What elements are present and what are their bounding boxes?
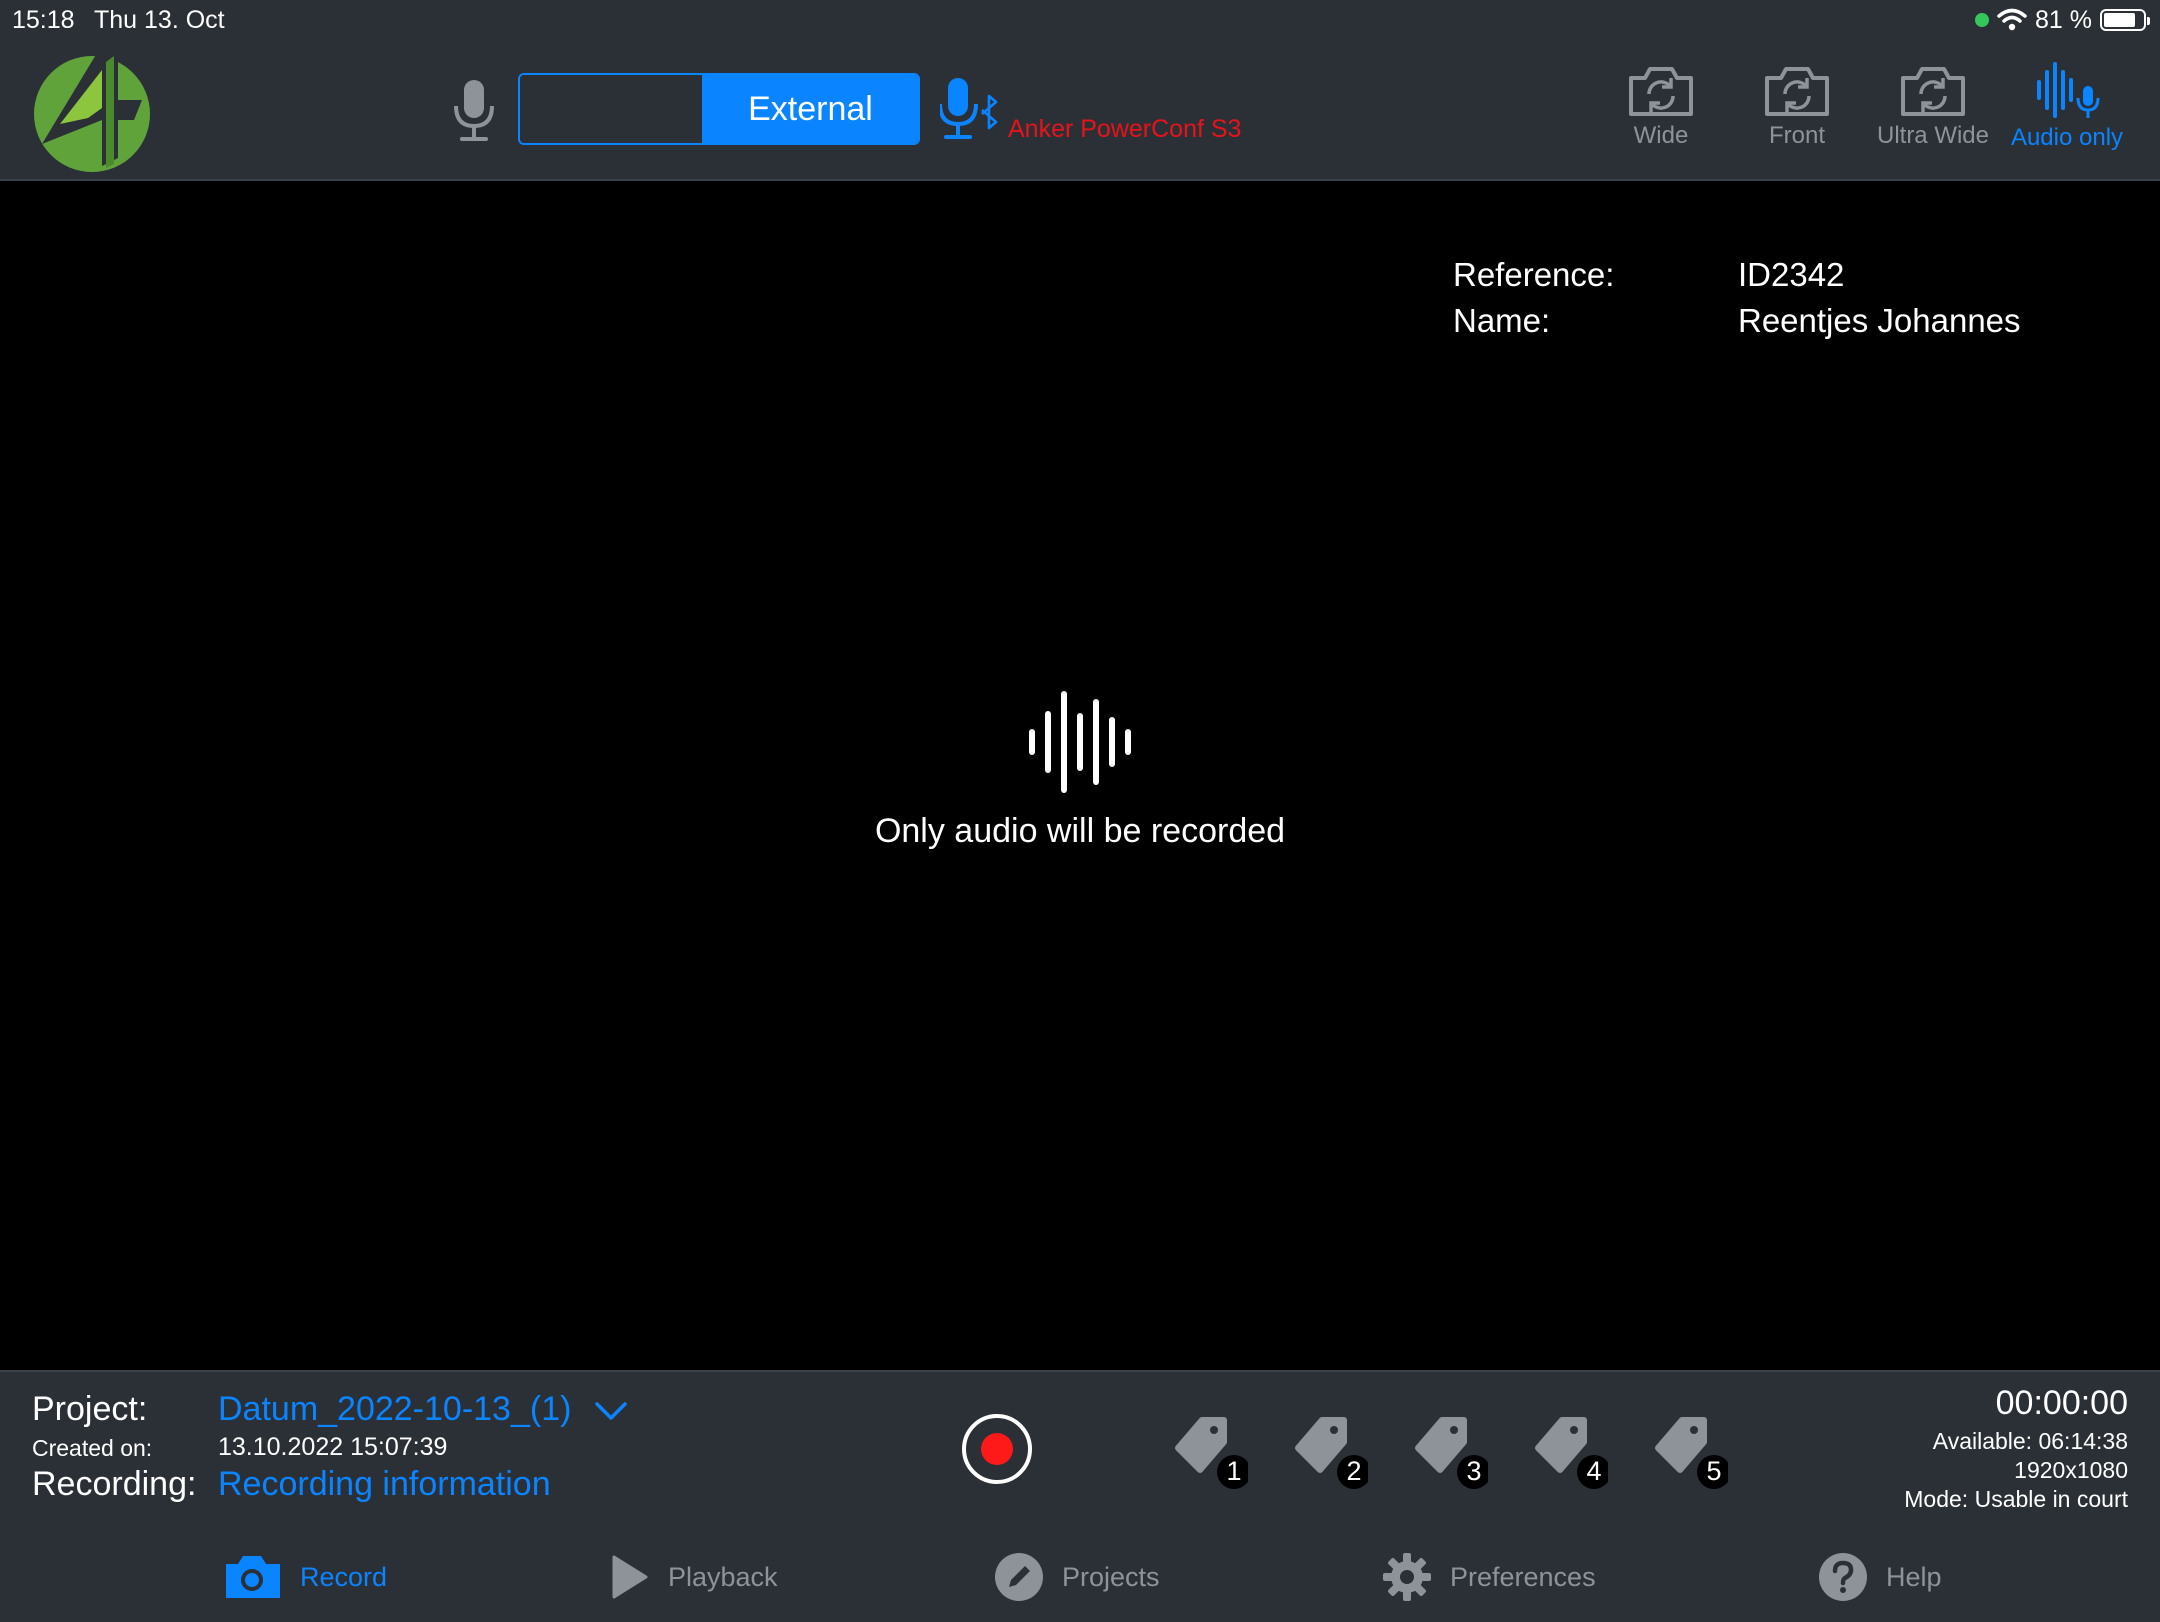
tag-number: 3	[1466, 1456, 1482, 1486]
camera-rotate-icon	[1901, 67, 1965, 116]
tag-number: 4	[1586, 1456, 1602, 1486]
tab-help-label: Help	[1886, 1561, 1942, 1592]
battery-icon	[2100, 9, 2150, 31]
status-time: 15:18	[12, 6, 75, 34]
tag-button-5[interactable]: 5	[1652, 1412, 1731, 1492]
recording-mode: Mode: Usable in court	[1904, 1486, 2128, 1512]
camera-front-button[interactable]: Front	[1730, 64, 1864, 164]
tab-projects-label: Projects	[1062, 1561, 1160, 1592]
project-label: Project:	[32, 1390, 148, 1428]
tab-record-label: Record	[300, 1561, 388, 1592]
battery-level	[2104, 13, 2135, 27]
recording-timer: 00:00:00	[1995, 1384, 2128, 1422]
tag-button-1[interactable]: 1	[1172, 1412, 1251, 1492]
help-icon	[1819, 1553, 1867, 1601]
bottom-panel: Project: Datum_2022-10-13_(1) Created on…	[0, 1370, 2160, 1622]
mic-active-indicator	[1975, 13, 1990, 27]
tag-number: 2	[1346, 1456, 1362, 1486]
tag-button-2[interactable]: 2	[1292, 1412, 1371, 1492]
record-dot-icon	[981, 1433, 1013, 1465]
status-indicators: 81 %	[1975, 4, 2150, 36]
camera-ultra-wide-button[interactable]: Ultra Wide	[1866, 64, 2000, 164]
internal-mic-icon[interactable]	[448, 78, 500, 142]
pencil-icon	[995, 1553, 1043, 1601]
status-date: Thu 13. Oct	[94, 6, 225, 34]
tab-playback-label: Playback	[668, 1561, 778, 1592]
chevron-down-icon[interactable]	[594, 1400, 628, 1422]
audio-wave-mic-icon	[2037, 62, 2100, 118]
tag-button-3[interactable]: 3	[1412, 1412, 1491, 1492]
gear-icon	[1383, 1553, 1431, 1601]
created-on-value: 13.10.2022 15:07:39	[218, 1433, 448, 1461]
top-toolbar: 15:18 Thu 13. Oct 81 % External Anker Po…	[0, 0, 2160, 181]
audio-only-button[interactable]: Audio only	[2000, 62, 2134, 162]
audio-only-label: Audio only	[2010, 124, 2124, 151]
audio-waveform-icon	[1029, 691, 1131, 793]
camera-wide-button[interactable]: Wide	[1594, 64, 1728, 164]
created-on-label: Created on:	[32, 1435, 153, 1461]
name-value: Reentjes Johannes	[1738, 302, 2021, 339]
tab-playback[interactable]: Playback	[610, 1548, 778, 1606]
camera-rotate-icon	[1629, 67, 1693, 116]
app-logo	[34, 48, 150, 172]
bluetooth-mic-icon[interactable]	[940, 76, 1006, 142]
play-icon	[612, 1555, 648, 1599]
recording-label: Recording:	[32, 1465, 197, 1503]
name-label: Name:	[1453, 302, 1551, 339]
recording-information-link[interactable]: Recording information	[218, 1465, 551, 1504]
wifi-icon	[1997, 8, 2027, 31]
battery-percent: 81 %	[2035, 5, 2092, 34]
camera-front-label: Front	[1768, 122, 1825, 149]
tag-number: 5	[1706, 1456, 1722, 1486]
external-device-name: Anker PowerConf S3	[1008, 115, 1242, 143]
camera-ultra-wide-label: Ultra Wide	[1876, 122, 1990, 149]
audio-only-message: Only audio will be recorded	[874, 812, 1286, 850]
segment-internal[interactable]	[520, 75, 703, 143]
camera-wide-label: Wide	[1633, 122, 1689, 149]
tab-projects[interactable]: Projects	[994, 1548, 1160, 1606]
record-button[interactable]	[962, 1414, 1032, 1484]
mic-source-segmented-control: External	[518, 73, 920, 145]
resolution: 1920x1080	[2014, 1457, 2128, 1483]
reference-label: Reference:	[1453, 256, 1615, 293]
tab-preferences[interactable]: Preferences	[1382, 1548, 1596, 1606]
tab-record[interactable]: Record	[224, 1548, 387, 1606]
reference-value: ID2342	[1738, 256, 1845, 293]
tab-help[interactable]: Help	[1818, 1548, 1942, 1606]
tab-preferences-label: Preferences	[1450, 1561, 1596, 1592]
available-time: Available: 06:14:38	[1932, 1428, 2128, 1454]
camera-icon	[226, 1556, 280, 1598]
tag-number: 1	[1226, 1456, 1242, 1486]
segment-external[interactable]: External	[703, 75, 918, 143]
project-selector[interactable]: Datum_2022-10-13_(1)	[218, 1390, 571, 1429]
camera-rotate-icon	[1765, 67, 1829, 116]
tag-button-4[interactable]: 4	[1532, 1412, 1611, 1492]
